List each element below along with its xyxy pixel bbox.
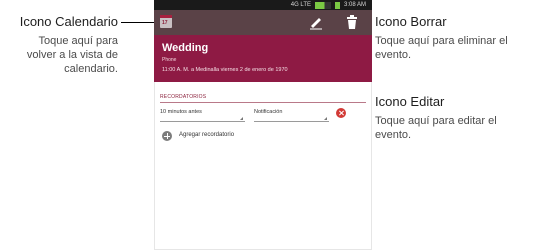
add-reminder-label: Agregar recordatorio <box>179 132 235 138</box>
calendar-callout-desc: Toque aquí para volver a la vista de cal… <box>26 35 118 75</box>
app-bar: 17 <box>154 10 372 35</box>
delete-callout-title: Icono Borrar <box>375 14 447 29</box>
status-time: 3:08 AM <box>343 2 366 8</box>
reminders-divider <box>160 102 366 103</box>
event-header: Wedding Phone 11:00 A. M. a Medinalla vi… <box>154 35 372 82</box>
phone-screen: 4G LTE 3:08 AM 17 Wedding Phone 11:00 A.… <box>154 0 372 250</box>
reminder-method-value: Notificación <box>254 109 283 115</box>
reminders-header: RECORDATORIOS <box>160 94 207 100</box>
dropdown-arrow-icon <box>324 117 327 120</box>
calendar-callout-title: Icono Calendario <box>19 14 118 29</box>
add-icon <box>162 131 172 141</box>
reminder-row: 10 minutos antes Notificación <box>154 107 372 125</box>
add-reminder-button[interactable]: Agregar recordatorio <box>154 129 372 145</box>
signal-icon <box>314 1 331 9</box>
calendar-callout-line <box>121 22 158 23</box>
dropdown-arrow-icon <box>240 117 243 120</box>
calendar-icon[interactable]: 17 <box>160 15 172 28</box>
edit-callout: Icono Editar Toque aquí para editar el e… <box>375 94 545 142</box>
event-calendar: Phone <box>162 57 177 63</box>
reminder-time-value: 10 minutos antes <box>160 109 202 115</box>
reminder-time-select[interactable]: 10 minutos antes <box>160 109 245 122</box>
edit-callout-desc: Toque aquí para editar el evento. <box>375 115 497 141</box>
edit-callout-title: Icono Editar <box>375 94 445 109</box>
calendar-callout: Icono Calendario Toque aquí para volver … <box>0 14 118 76</box>
battery-icon <box>334 1 340 9</box>
status-bar: 4G LTE 3:08 AM <box>154 0 372 10</box>
reminder-method-select[interactable]: Notificación <box>254 109 329 122</box>
event-title: Wedding <box>162 42 209 54</box>
delete-callout-desc: Toque aquí para eliminar el evento. <box>375 35 508 61</box>
remove-reminder-icon[interactable] <box>336 108 346 118</box>
delete-callout: Icono Borrar Toque aquí para eliminar el… <box>375 14 545 62</box>
network-indicator: 4G LTE <box>290 2 311 8</box>
trash-icon[interactable] <box>344 13 360 31</box>
event-time: 11:00 A. M. a Medinalla viernes 2 de ene… <box>162 67 288 73</box>
pencil-icon[interactable] <box>307 13 325 31</box>
